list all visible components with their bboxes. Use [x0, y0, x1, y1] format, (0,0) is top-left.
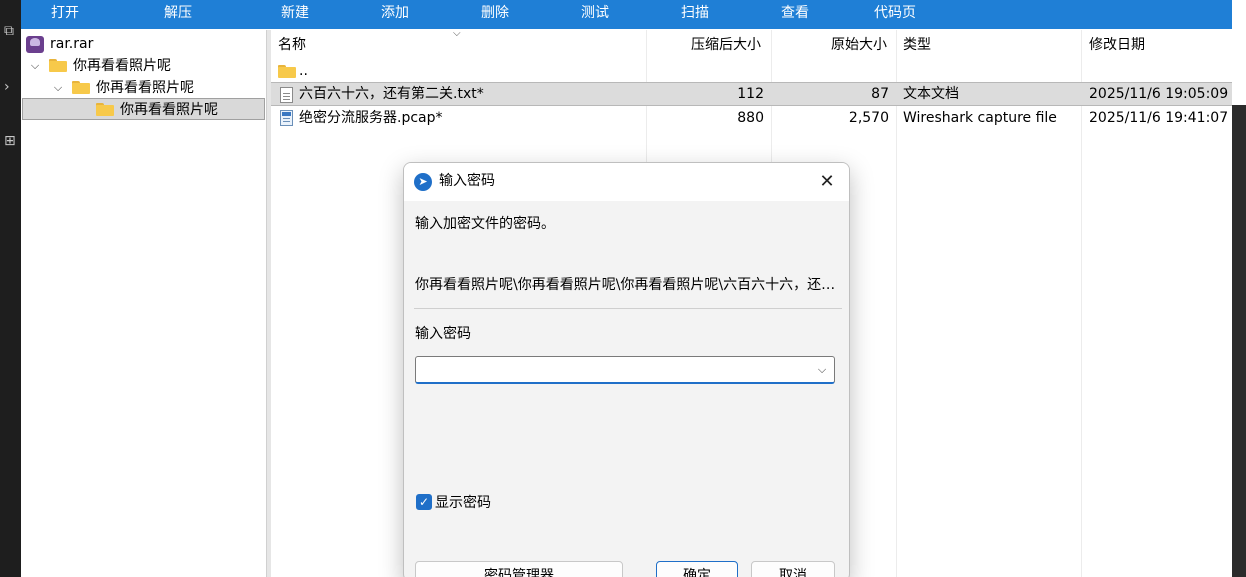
file-name: 六百六十六，还有第二关.txt* — [299, 86, 484, 102]
file-modified: 2025/11/6 19:05:09 — [1089, 86, 1229, 102]
folder-icon — [49, 59, 67, 72]
tree-item-folder-3-selected[interactable]: 你再看看照片呢 — [22, 98, 265, 120]
terminal-icon: › — [4, 79, 10, 95]
app-logo-icon: ➤ — [414, 173, 432, 191]
folder-icon — [72, 81, 90, 94]
file-packed-size: 880 — [737, 110, 764, 126]
file-type: Wireshark capture file — [903, 110, 1057, 126]
dialog-divider — [414, 308, 842, 309]
extract-button[interactable]: 解压 — [164, 0, 192, 26]
text-file-icon — [280, 87, 293, 103]
column-header-size[interactable]: 原始大小 — [831, 30, 887, 60]
folder-icon — [96, 103, 114, 116]
folder-icon — [278, 65, 296, 78]
open-button[interactable]: 打开 — [51, 0, 79, 26]
background-editor-strip: ⧉ › ⊞ — [0, 0, 21, 577]
ok-button[interactable]: 确定 — [656, 561, 738, 577]
encrypted-file-path: 你再看看照片呢\你再看看照片呢\你再看看照片呢\六百六十六，还有第二关.txt — [415, 277, 840, 293]
password-dialog: ➤ 输入密码 ✕ 输入加密文件的密码。 你再看看照片呢\你再看看照片呢\你再看看… — [403, 162, 850, 577]
file-name: .. — [299, 63, 308, 79]
file-modified: 2025/11/6 19:41:07 — [1089, 110, 1229, 126]
chevron-down-icon[interactable]: ⌵ — [814, 359, 830, 381]
column-header-packed-size[interactable]: 压缩后大小 — [691, 30, 761, 60]
show-password-checkbox[interactable]: ✓ — [416, 494, 432, 510]
tree-item-rar-root[interactable]: rar.rar — [21, 33, 266, 67]
file-type: 文本文档 — [903, 86, 959, 102]
file-size: 87 — [871, 86, 889, 102]
column-header-name[interactable]: 名称 — [278, 30, 306, 60]
extensions-icon: ⊞ — [4, 133, 16, 149]
codepage-button[interactable]: 代码页 — [874, 0, 916, 26]
dialog-titlebar: ➤ 输入密码 ✕ — [404, 163, 849, 201]
test-button[interactable]: 测试 — [581, 0, 609, 26]
dialog-prompt: 输入加密文件的密码。 — [415, 216, 555, 232]
sort-chevron-icon: ⌵ — [453, 28, 461, 39]
table-row[interactable]: 六百六十六，还有第二关.txt* 112 87 文本文档 2025/11/6 1… — [271, 82, 1232, 106]
tree-item-folder-1[interactable]: ⌵ 你再看看照片呢 — [21, 55, 266, 77]
view-button[interactable]: 查看 — [781, 0, 809, 26]
scan-button[interactable]: 扫描 — [681, 0, 709, 26]
rar-archive-icon — [26, 36, 44, 67]
add-button[interactable]: 添加 — [381, 0, 409, 26]
chevron-down-icon[interactable]: ⌵ — [52, 77, 64, 99]
show-password-label[interactable]: 显示密码 — [435, 492, 491, 512]
file-size: 2,570 — [848, 110, 889, 126]
close-icon[interactable]: ✕ — [814, 170, 840, 194]
delete-button[interactable]: 删除 — [481, 0, 509, 26]
tree-item-folder-2[interactable]: ⌵ 你再看看照片呢 — [21, 77, 266, 99]
password-combobox[interactable]: ⌵ — [415, 356, 835, 384]
pcap-file-icon — [280, 110, 293, 126]
column-header-modified[interactable]: 修改日期 — [1089, 30, 1145, 60]
chevron-down-icon[interactable]: ⌵ — [29, 55, 41, 77]
folder-tree: rar.rar ⌵ 你再看看照片呢 ⌵ 你再看看照片呢 你再看看照片呢 — [21, 30, 266, 577]
background-dark-panel — [1232, 105, 1246, 577]
new-button[interactable]: 新建 — [281, 0, 309, 26]
password-field-label: 输入密码 — [415, 326, 471, 342]
tree-item-label: 你再看看照片呢 — [120, 102, 218, 118]
list-item-parent-folder[interactable]: .. — [271, 59, 1232, 83]
tree-item-label: 你再看看照片呢 — [73, 58, 171, 74]
copy-icon: ⧉ — [4, 23, 14, 39]
table-row[interactable]: 绝密分流服务器.pcap* 880 2,570 Wireshark captur… — [271, 106, 1232, 130]
dialog-title: 输入密码 — [439, 173, 495, 189]
password-input[interactable] — [422, 360, 802, 380]
tree-item-label: rar.rar — [50, 36, 94, 52]
toolbar: 打开 解压 新建 添加 删除 测试 扫描 查看 代码页 — [21, 0, 1232, 29]
column-header-type[interactable]: 类型 — [903, 30, 931, 60]
cancel-button[interactable]: 取消 — [751, 561, 835, 577]
file-packed-size: 112 — [737, 86, 764, 102]
password-manager-button[interactable]: 密码管理器 — [415, 561, 623, 577]
tree-item-label: 你再看看照片呢 — [96, 80, 194, 96]
file-name: 绝密分流服务器.pcap* — [299, 110, 443, 126]
background-window-edge — [1232, 0, 1246, 577]
